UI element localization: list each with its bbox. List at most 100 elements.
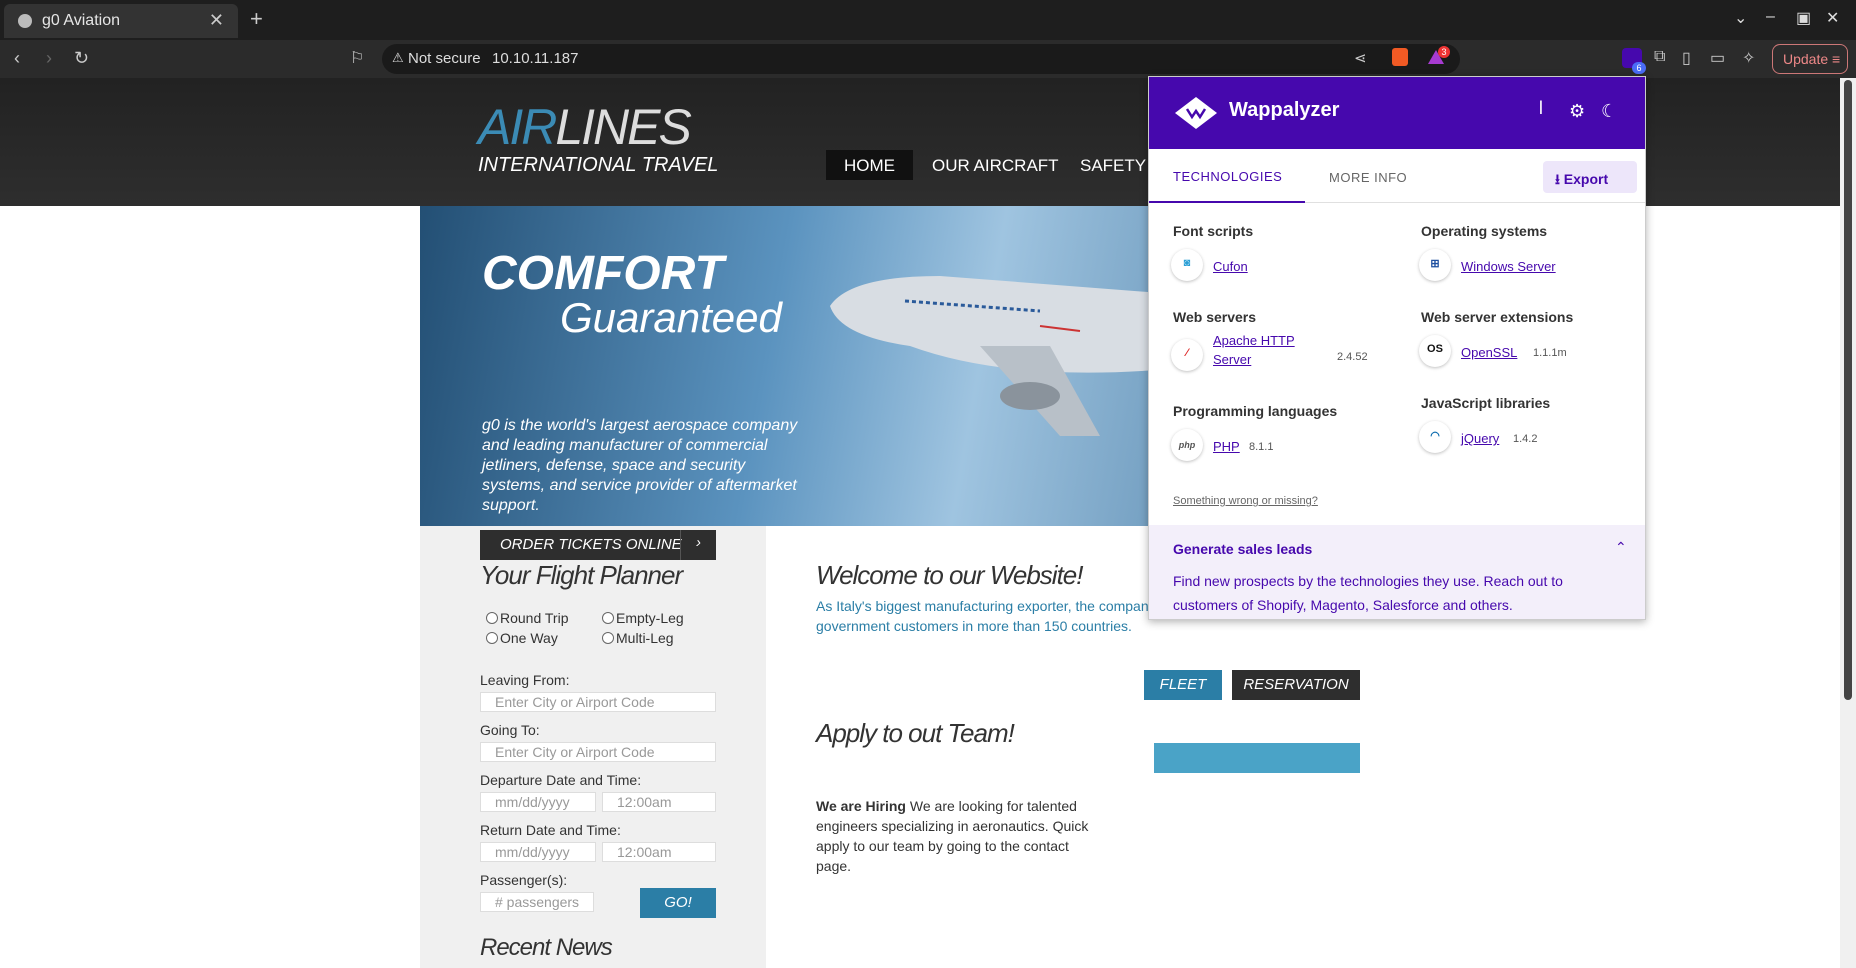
- fleet-button[interactable]: FLEET: [1144, 670, 1222, 700]
- maximize-icon[interactable]: ▣: [1796, 8, 1811, 28]
- extension-badge: 6: [1632, 62, 1646, 74]
- logo-subtitle: INTERNATIONAL TRAVEL: [478, 154, 719, 176]
- apache-feather-icon: ⁄: [1171, 339, 1203, 371]
- category-web-servers: Web servers: [1173, 309, 1257, 325]
- going-input[interactable]: Enter City or Airport Code: [480, 742, 716, 762]
- return-date-input[interactable]: mm/dd/yyyy: [480, 842, 596, 862]
- download-icon: ⭳: [1555, 171, 1560, 187]
- rewards-badge: 3: [1438, 46, 1450, 58]
- close-window-icon[interactable]: ✕: [1826, 8, 1839, 28]
- leaving-input[interactable]: Enter City or Airport Code: [480, 692, 716, 712]
- share-icon[interactable]: ⋖: [1354, 49, 1367, 67]
- go-button[interactable]: GO!: [640, 888, 716, 918]
- chevron-down-icon[interactable]: ⌄: [1734, 8, 1747, 28]
- forward-icon[interactable]: ›: [46, 48, 52, 69]
- reservation-button[interactable]: RESERVATION: [1232, 670, 1360, 700]
- airplane-image: [830, 276, 1200, 436]
- category-programming-languages: Programming languages: [1173, 403, 1338, 419]
- chevron-right-icon: ›: [680, 530, 716, 560]
- sidebar-icon[interactable]: ▯: [1682, 48, 1691, 68]
- hiring-text: We are Hiring We are looking for talente…: [816, 796, 1096, 876]
- departure-label: Departure Date and Time:: [480, 772, 642, 788]
- radio-multi-leg[interactable]: Multi-Leg: [602, 630, 674, 646]
- page-scrollbar[interactable]: [1840, 78, 1856, 968]
- tech-php[interactable]: PHP: [1213, 439, 1240, 454]
- category-javascript-libraries: JavaScript libraries: [1421, 395, 1551, 411]
- tab-strip: g0 Aviation ✕ + ⌄ – ▣ ✕: [0, 0, 1856, 40]
- departure-date-input[interactable]: mm/dd/yyyy: [480, 792, 596, 812]
- return-label: Return Date and Time:: [480, 822, 621, 838]
- radio-one-way[interactable]: One Way: [486, 630, 558, 646]
- update-label: Update: [1783, 51, 1829, 67]
- passengers-label: Passenger(s):: [480, 872, 568, 888]
- departure-time-input[interactable]: 12:00am: [602, 792, 716, 812]
- gear-icon[interactable]: ⚙: [1569, 101, 1585, 122]
- leo-ai-icon[interactable]: ✧: [1742, 48, 1755, 68]
- logo-air: AIR: [478, 99, 557, 155]
- apply-heading: Apply to out Team!: [816, 718, 1015, 748]
- tech-cufon[interactable]: Cufon: [1213, 259, 1248, 274]
- export-button[interactable]: ⭳ Export: [1543, 161, 1637, 193]
- hero-subtitle: Guaranteed: [560, 294, 782, 341]
- bookmark-icon[interactable]: ⚐: [350, 48, 364, 68]
- browser-toolbar: ‹ › ↻ ⚐ ⚠ Not secure 10.10.11.187 ⋖ 3 6 …: [0, 40, 1856, 78]
- cufon-icon: ◙: [1171, 249, 1203, 281]
- tab-title: g0 Aviation: [42, 12, 120, 29]
- jquery-icon: ◠: [1419, 421, 1451, 453]
- openssl-icon: OS: [1419, 335, 1451, 367]
- order-tickets-label: ORDER TICKETS ONLINE: [500, 536, 682, 553]
- update-button[interactable]: Update ≡: [1772, 44, 1848, 74]
- welcome-heading: Welcome to our Website!: [816, 560, 1083, 590]
- planner-title: Your Flight Planner: [480, 560, 683, 590]
- radio-empty-leg[interactable]: Empty-Leg: [602, 610, 684, 626]
- version-php: 8.1.1: [1249, 441, 1274, 453]
- address-bar[interactable]: ⚠ Not secure 10.10.11.187 ⋖ 3: [382, 44, 1460, 74]
- sales-leads-section: Generate sales leads ⌃ Find new prospect…: [1149, 525, 1645, 619]
- radio-round-trip[interactable]: Round Trip: [486, 610, 568, 626]
- leaving-label: Leaving From:: [480, 672, 570, 688]
- close-tab-icon[interactable]: ✕: [209, 10, 224, 31]
- wallet-icon[interactable]: ▭: [1710, 48, 1725, 68]
- tech-windows-server[interactable]: Windows Server: [1461, 259, 1556, 274]
- brave-shields-icon[interactable]: [1392, 48, 1408, 66]
- moon-icon[interactable]: ☾: [1601, 101, 1617, 122]
- back-icon[interactable]: ‹: [14, 48, 20, 69]
- tech-openssl[interactable]: OpenSSL: [1461, 345, 1517, 360]
- wappalyzer-header: Wappalyzer ⏽ ⚙ ☾: [1149, 77, 1645, 149]
- tab-more-info[interactable]: MORE INFO: [1329, 170, 1407, 185]
- tech-jquery[interactable]: jQuery: [1461, 431, 1499, 446]
- warning-icon: ⚠: [392, 50, 404, 65]
- return-time-input[interactable]: 12:00am: [602, 842, 716, 862]
- tab-technologies[interactable]: TECHNOLOGIES: [1149, 149, 1305, 203]
- minimize-icon[interactable]: –: [1766, 8, 1775, 26]
- recent-news-heading: Recent News: [480, 934, 613, 961]
- version-apache: 2.4.52: [1337, 351, 1368, 363]
- nav-home[interactable]: HOME: [826, 150, 913, 180]
- leads-text: Find new prospects by the technologies t…: [1173, 573, 1563, 613]
- version-openssl: 1.1.1m: [1533, 347, 1567, 359]
- wappalyzer-logo-icon: [1175, 97, 1217, 129]
- order-tickets-button[interactable]: ORDER TICKETS ONLINE ›: [480, 530, 716, 560]
- logo-lines: LINES: [555, 99, 692, 155]
- url-text: 10.10.11.187: [492, 50, 579, 67]
- something-wrong-link[interactable]: Something wrong or missing?: [1173, 495, 1318, 507]
- globe-icon: [18, 14, 32, 28]
- chevron-up-icon[interactable]: ⌃: [1615, 539, 1627, 556]
- passengers-input[interactable]: # passengers: [480, 892, 594, 912]
- tech-apache[interactable]: Apache HTTP Server: [1213, 331, 1313, 369]
- scrollbar-thumb[interactable]: [1844, 80, 1852, 700]
- leads-title[interactable]: Generate sales leads: [1173, 541, 1312, 557]
- category-operating-systems: Operating systems: [1421, 223, 1548, 239]
- category-font-scripts: Font scripts: [1173, 223, 1254, 239]
- extensions-icon[interactable]: ⧉: [1654, 48, 1665, 66]
- nav-our-aircraft[interactable]: OUR AIRCRAFT: [914, 150, 1077, 180]
- reload-icon[interactable]: ↻: [74, 48, 89, 69]
- wappalyzer-name: Wappalyzer: [1229, 99, 1340, 121]
- going-label: Going To:: [480, 722, 540, 738]
- new-tab-button[interactable]: +: [250, 6, 263, 32]
- site-logo[interactable]: AIRLINES: [478, 98, 692, 156]
- toggle-icon[interactable]: ⏽: [1533, 97, 1549, 120]
- hero-description: g0 is the world's largest aerospace comp…: [482, 417, 798, 514]
- hiring-bold: We are Hiring: [816, 798, 906, 814]
- browser-tab[interactable]: g0 Aviation ✕: [4, 4, 238, 38]
